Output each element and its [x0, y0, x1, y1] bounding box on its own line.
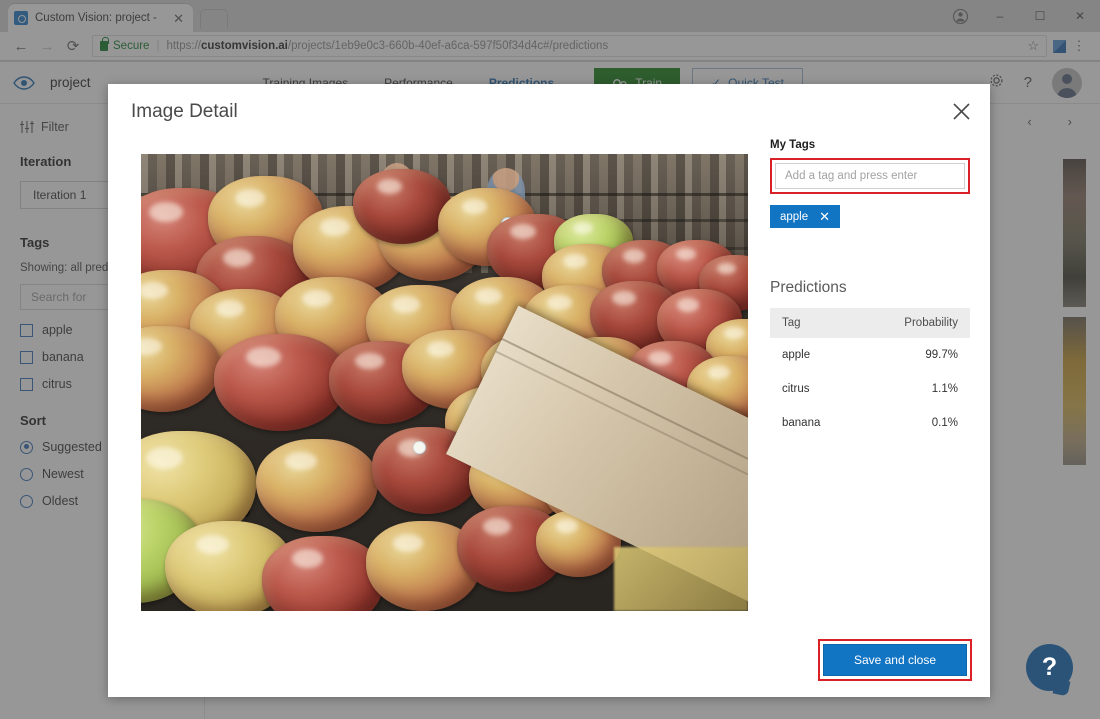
modal-title: Image Detail [131, 101, 238, 123]
close-icon[interactable] [948, 98, 974, 124]
apples-photo [141, 154, 748, 611]
table-header-row: Tag Probability [770, 308, 970, 338]
prediction-tag: citrus [770, 372, 859, 406]
help-widget-button[interactable]: ? [1026, 644, 1073, 691]
browser-window: Custom Vision: project - ✕ – ☐ ✕ ← → ⟳ S… [0, 0, 1100, 719]
prediction-tag: apple [770, 338, 859, 372]
tag-input-highlight: Add a tag and press enter [770, 158, 970, 194]
add-tag-input[interactable]: Add a tag and press enter [775, 163, 965, 189]
column-header-probability: Probability [859, 308, 970, 338]
tag-chip-label: apple [780, 211, 808, 223]
remove-tag-icon[interactable]: ✕ [819, 210, 830, 223]
prediction-probability: 0.1% [859, 406, 970, 440]
prediction-probability: 99.7% [859, 338, 970, 372]
help-widget-label: ? [1042, 653, 1057, 682]
table-row: citrus 1.1% [770, 372, 970, 406]
prediction-probability: 1.1% [859, 372, 970, 406]
my-tags-label: My Tags [770, 139, 970, 151]
detail-image [141, 154, 748, 611]
detail-panel: My Tags Add a tag and press enter apple … [770, 139, 970, 440]
save-button-highlight: Save and close [818, 639, 972, 681]
predictions-heading: Predictions [770, 279, 970, 297]
image-detail-modal: Image Detail [108, 84, 990, 697]
tag-chip-apple[interactable]: apple ✕ [770, 205, 840, 228]
column-header-tag: Tag [770, 308, 859, 338]
table-row: apple 99.7% [770, 338, 970, 372]
table-row: banana 0.1% [770, 406, 970, 440]
prediction-tag: banana [770, 406, 859, 440]
predictions-table: Tag Probability apple 99.7% citrus 1.1% … [770, 308, 970, 440]
save-and-close-button[interactable]: Save and close [823, 644, 967, 676]
